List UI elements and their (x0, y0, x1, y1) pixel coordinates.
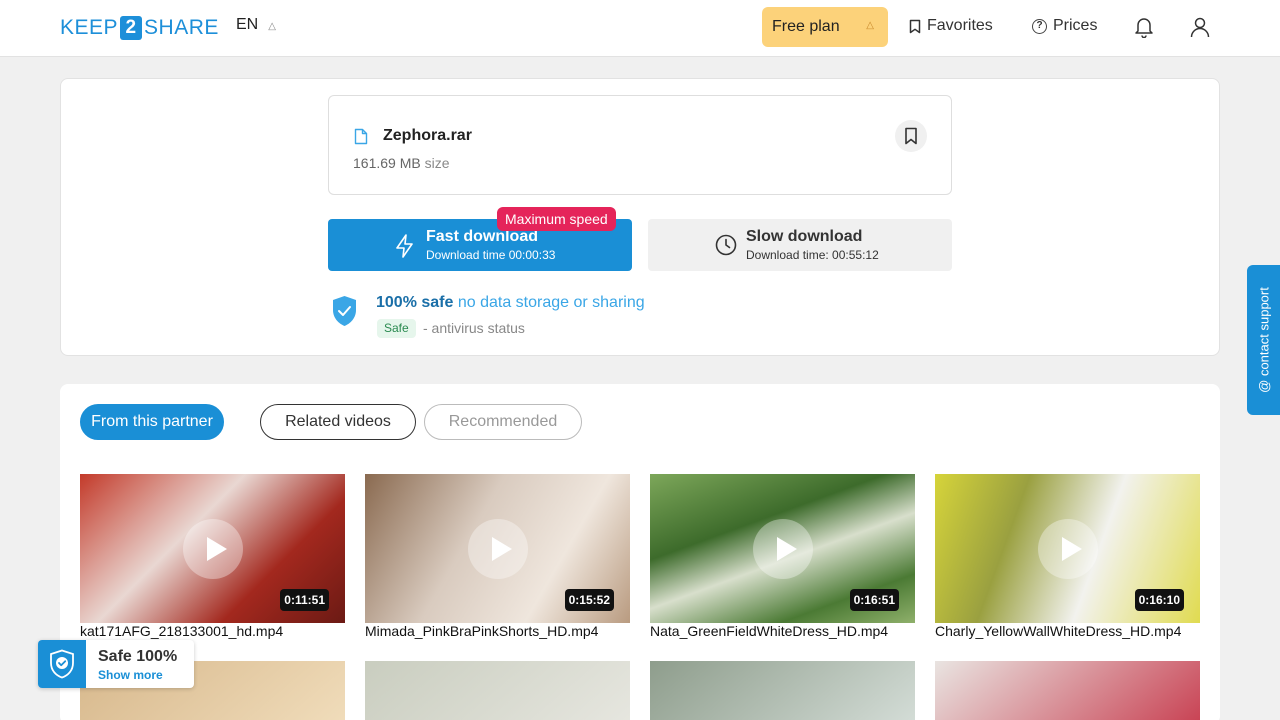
video-thumbnail[interactable] (935, 661, 1200, 720)
tab-related-videos[interactable]: Related videos (260, 404, 416, 440)
video-title[interactable]: Charly_YellowWallWhiteDress_HD.mp4 (935, 623, 1181, 639)
video-duration: 0:15:52 (564, 589, 614, 611)
file-size-suffix: size (424, 155, 450, 171)
play-icon (1038, 519, 1098, 579)
language-selector[interactable]: EN △ (236, 16, 276, 34)
shield-check-icon (50, 649, 74, 679)
safe-widget-icon-box (38, 640, 86, 688)
show-more-link[interactable]: Show more (98, 668, 163, 682)
tab-from-this-partner[interactable]: From this partner (80, 404, 224, 440)
video-duration: 0:16:10 (1134, 589, 1184, 611)
play-icon (468, 519, 528, 579)
logo-text-two: 2 (120, 16, 143, 40)
safe-widget-title: Safe 100% (98, 648, 178, 665)
play-icon (183, 519, 243, 579)
video-thumbnail[interactable]: 0:16:10 (935, 474, 1200, 623)
safe-status-badge: Safe (377, 319, 416, 338)
top-header: KEEP 2 SHARE EN △ Free plan △ Favorites … (0, 0, 1280, 57)
play-icon (753, 519, 813, 579)
question-icon: ? (1032, 18, 1047, 34)
free-plan-button[interactable]: Free plan △ (762, 7, 888, 47)
chevron-up-icon: △ (866, 20, 874, 31)
video-title[interactable]: Mimada_PinkBraPinkShorts_HD.mp4 (365, 623, 598, 639)
file-info-box: Zephora.rar 161.69 MB size (328, 95, 952, 195)
safe-widget[interactable]: Safe 100% Show more (38, 640, 194, 688)
video-thumbnail[interactable]: 0:11:51 (80, 474, 345, 623)
clock-icon (715, 234, 737, 256)
language-label: EN (236, 16, 259, 33)
video-thumbnail[interactable] (650, 661, 915, 720)
prices-link[interactable]: ? Prices (1032, 17, 1097, 35)
file-size-value: 161.69 MB (353, 155, 421, 171)
prices-label: Prices (1053, 17, 1098, 34)
bell-icon[interactable] (1134, 16, 1154, 38)
video-title[interactable]: kat171AFG_218133001_hd.mp4 (80, 623, 283, 639)
keep2share-logo[interactable]: KEEP 2 SHARE (60, 15, 219, 41)
safety-statement: 100% safe no data storage or sharing (376, 294, 645, 312)
contact-support-label: @ contact support (1256, 287, 1271, 393)
lightning-icon (396, 234, 413, 258)
contact-support-tab[interactable]: @ contact support (1247, 265, 1280, 415)
bookmark-button[interactable] (895, 120, 927, 152)
slow-download-time: Download time: 00:55:12 (746, 248, 879, 262)
video-thumbnail[interactable]: 0:16:51 (650, 474, 915, 623)
fast-download-time: Download time 00:00:33 (426, 248, 556, 262)
safety-rest: no data storage or sharing (457, 294, 645, 311)
tab-recommended[interactable]: Recommended (424, 404, 582, 440)
video-thumbnail[interactable]: 0:15:52 (365, 474, 630, 623)
antivirus-status-text: - antivirus status (423, 320, 525, 336)
safety-strong: 100% safe (376, 294, 454, 311)
file-icon (354, 128, 368, 145)
plan-label: Free plan (772, 18, 840, 35)
bookmark-icon (905, 127, 917, 145)
video-title[interactable]: Nata_GreenFieldWhiteDress_HD.mp4 (650, 623, 888, 639)
slow-download-label: Slow download (746, 228, 863, 245)
favorites-label: Favorites (927, 17, 993, 34)
favorites-link[interactable]: Favorites (909, 17, 993, 35)
logo-text-keep: KEEP (60, 16, 119, 39)
video-duration: 0:16:51 (849, 589, 899, 611)
slow-download-button[interactable]: Slow download Download time: 00:55:12 (648, 219, 952, 271)
user-icon[interactable] (1190, 16, 1210, 38)
maximum-speed-badge: Maximum speed (497, 207, 616, 231)
bookmark-icon (909, 19, 921, 33)
shield-check-icon (333, 296, 356, 326)
logo-text-share: SHARE (144, 16, 219, 39)
chevron-up-icon: △ (268, 20, 276, 32)
file-size: 161.69 MB size (353, 155, 450, 171)
video-duration: 0:11:51 (280, 589, 329, 611)
video-thumbnail[interactable] (365, 661, 630, 720)
file-name: Zephora.rar (383, 127, 472, 144)
